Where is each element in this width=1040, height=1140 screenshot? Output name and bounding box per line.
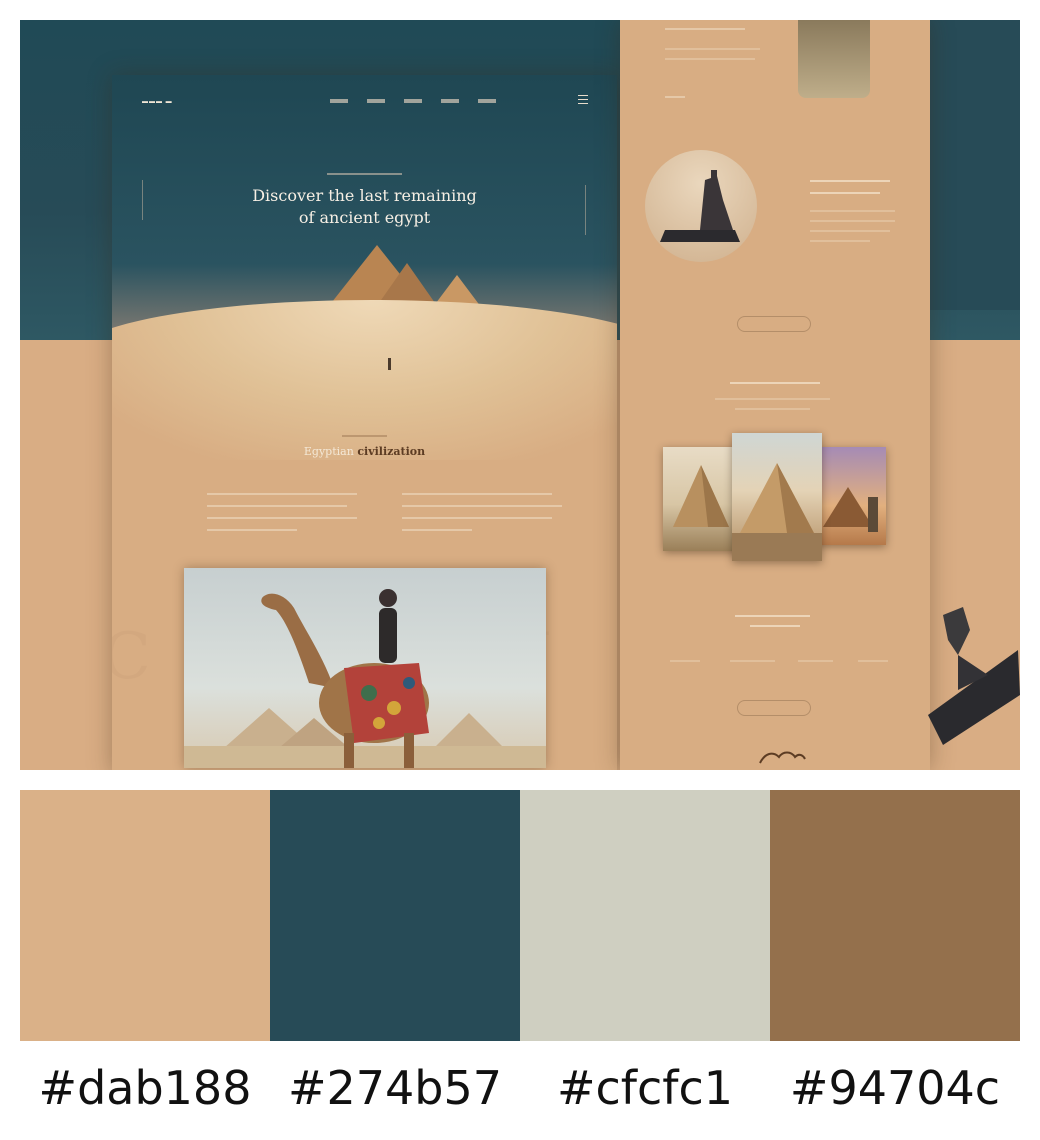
camel-illustration (184, 589, 546, 768)
nav-item[interactable] (478, 99, 496, 103)
explore-button[interactable] (737, 700, 811, 716)
paragraph-line (715, 398, 830, 400)
camel-logo-icon (755, 745, 810, 767)
paragraph-line (402, 493, 552, 495)
color-hex-label: #cfcfc1 (556, 1061, 734, 1115)
paragraph-line (810, 240, 870, 242)
sphinx-circle-image (645, 150, 757, 262)
paragraph-line (207, 517, 357, 519)
paragraph-line (665, 96, 685, 98)
side-rail (142, 180, 143, 220)
paragraph-line (810, 210, 895, 212)
giza-pyramid-image (732, 463, 822, 561)
hero-title-line-1: Discover the last remaining (252, 186, 477, 205)
section-title-highlight: Egyptian (303, 445, 354, 458)
gallery-image-left (663, 447, 738, 551)
site-logo: ▬▬▬ ▬ (142, 99, 173, 105)
paragraph-line (402, 517, 552, 519)
landing-page-preview: ▬▬▬ ▬ Discover the last remaining of anc… (112, 75, 617, 770)
paragraph-line (402, 505, 562, 507)
menu-icon[interactable] (578, 95, 588, 105)
paragraph-line (402, 529, 472, 531)
category-label[interactable] (730, 660, 775, 662)
hero-title: Discover the last remaining of ancient e… (212, 185, 517, 229)
heading-line (810, 192, 880, 194)
sphinx-statue-image (918, 595, 1020, 765)
nav-item[interactable] (441, 99, 459, 103)
color-hex-label: #94704c (789, 1061, 1001, 1115)
traveler-figure (388, 358, 391, 370)
nav-item[interactable] (404, 99, 422, 103)
paragraph-line (810, 220, 895, 222)
heading-line (730, 382, 820, 384)
heading-line (810, 180, 890, 182)
section-title: Egyptian civilization (272, 445, 457, 458)
hero-kicker-line (327, 173, 402, 175)
read-more-button[interactable] (737, 316, 811, 332)
section-kicker-line (342, 435, 387, 437)
nav-item[interactable] (367, 99, 385, 103)
paragraph-line (735, 408, 810, 410)
hero-title-line-2: of ancient egypt (298, 208, 431, 227)
pyramid-sunset-image (823, 487, 878, 532)
section-title-rest: civilization (357, 445, 426, 458)
paragraph-line (207, 493, 357, 495)
side-rail (585, 185, 586, 235)
color-swatch (270, 790, 520, 1041)
statue-image (798, 20, 870, 98)
heading-line (735, 615, 810, 617)
color-hex-label: #274b57 (287, 1061, 503, 1115)
teal-backdrop-right (930, 20, 1020, 310)
gallery-image-right (818, 447, 886, 545)
color-swatch (520, 790, 770, 1041)
category-label[interactable] (858, 660, 888, 662)
paragraph-line (665, 28, 745, 30)
category-label[interactable] (798, 660, 833, 662)
paragraph-line (207, 505, 347, 507)
color-hex-label: #dab188 (38, 1061, 252, 1115)
paragraph-line (810, 230, 890, 232)
paragraph-line (665, 48, 760, 50)
heading-line (750, 625, 800, 627)
category-label[interactable] (670, 660, 700, 662)
color-swatch (20, 790, 270, 1041)
color-swatch (770, 790, 1020, 1041)
nav-item[interactable] (330, 99, 348, 103)
sphinx-illustration (660, 170, 740, 242)
camel-photo (184, 568, 546, 768)
gallery-image-center (732, 433, 822, 561)
paragraph-line (665, 58, 755, 60)
website-mockup-image: ▬▬▬ ▬ Discover the last remaining of anc… (20, 20, 1020, 770)
pyramid-image (673, 465, 729, 527)
content-page-preview (620, 20, 930, 770)
paragraph-line (207, 529, 297, 531)
